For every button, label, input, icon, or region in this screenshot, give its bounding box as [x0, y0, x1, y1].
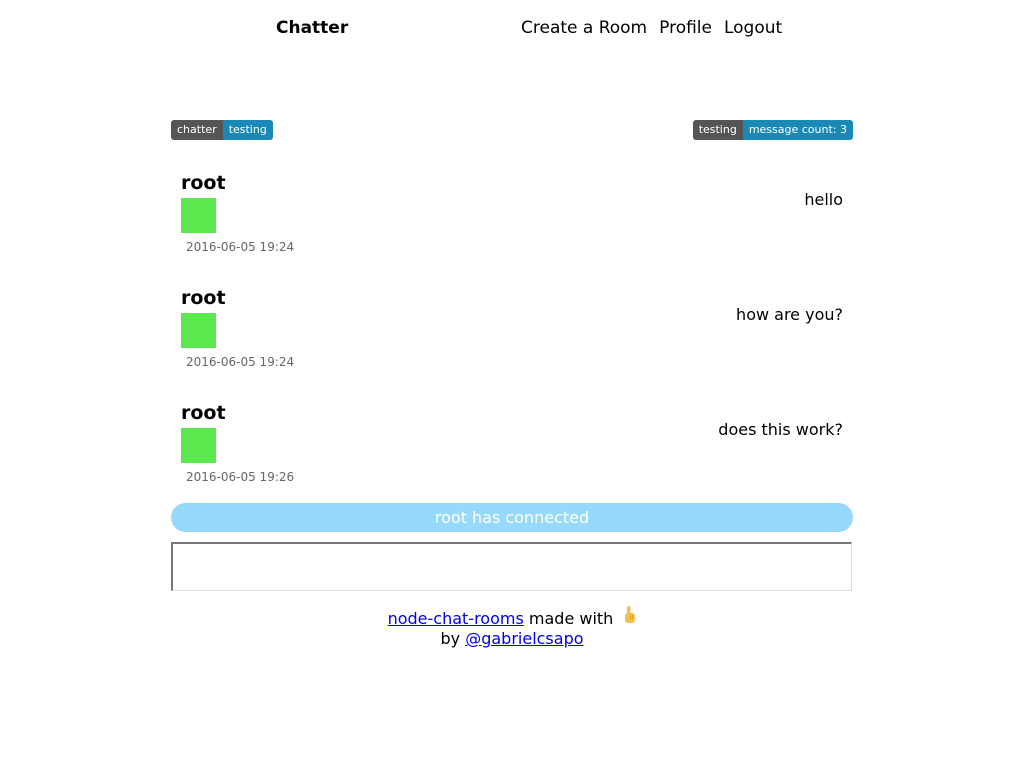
message-item: root 2016-06-05 19:26 does this work?	[171, 390, 853, 505]
avatar	[181, 428, 216, 463]
footer-line-2: by @gabrielcsapo	[0, 629, 1024, 649]
pointing-finger-icon	[624, 606, 636, 629]
nav-profile[interactable]: Profile	[659, 18, 712, 38]
message-timestamp: 2016-06-05 19:26	[186, 470, 295, 484]
message-username: root	[181, 287, 226, 309]
message-list: root 2016-06-05 19:24 hello root 2016-06…	[171, 160, 853, 505]
brand-title[interactable]: Chatter	[276, 18, 348, 38]
message-text: how are you?	[736, 305, 843, 324]
message-text: hello	[804, 190, 843, 209]
nav-create-room[interactable]: Create a Room	[521, 18, 647, 38]
room-badge-value: testing	[222, 120, 273, 140]
chat-page: Chatter Create a Room Profile Logout cha…	[0, 0, 1024, 768]
avatar	[181, 198, 216, 233]
message-item: root 2016-06-05 19:24 how are you?	[171, 275, 853, 390]
message-count-badge: testing message count: 3	[692, 120, 853, 140]
message-count-badge-label: testing	[692, 120, 743, 140]
message-input[interactable]	[171, 542, 852, 591]
made-with-text: made with	[528, 609, 614, 628]
message-timestamp: 2016-06-05 19:24	[186, 355, 295, 369]
project-link[interactable]: node-chat-rooms	[388, 609, 524, 628]
author-link[interactable]: @gabrielcsapo	[465, 629, 583, 648]
message-count-badge-value: message count: 3	[742, 120, 853, 140]
nav-logout[interactable]: Logout	[724, 18, 782, 38]
top-nav: Create a Room Profile Logout	[521, 18, 782, 38]
connection-notice: root has connected	[171, 503, 853, 532]
message-item: root 2016-06-05 19:24 hello	[171, 160, 853, 275]
by-text: by	[440, 629, 461, 648]
avatar	[181, 313, 216, 348]
footer: node-chat-rooms made with by @gabrielcsa…	[0, 606, 1024, 649]
message-username: root	[181, 402, 226, 424]
message-username: root	[181, 172, 226, 194]
room-badge-label: chatter	[171, 120, 223, 140]
room-badge: chatter testing	[171, 120, 273, 140]
message-text: does this work?	[718, 420, 843, 439]
message-timestamp: 2016-06-05 19:24	[186, 240, 295, 254]
footer-line-1: node-chat-rooms made with	[0, 606, 1024, 629]
